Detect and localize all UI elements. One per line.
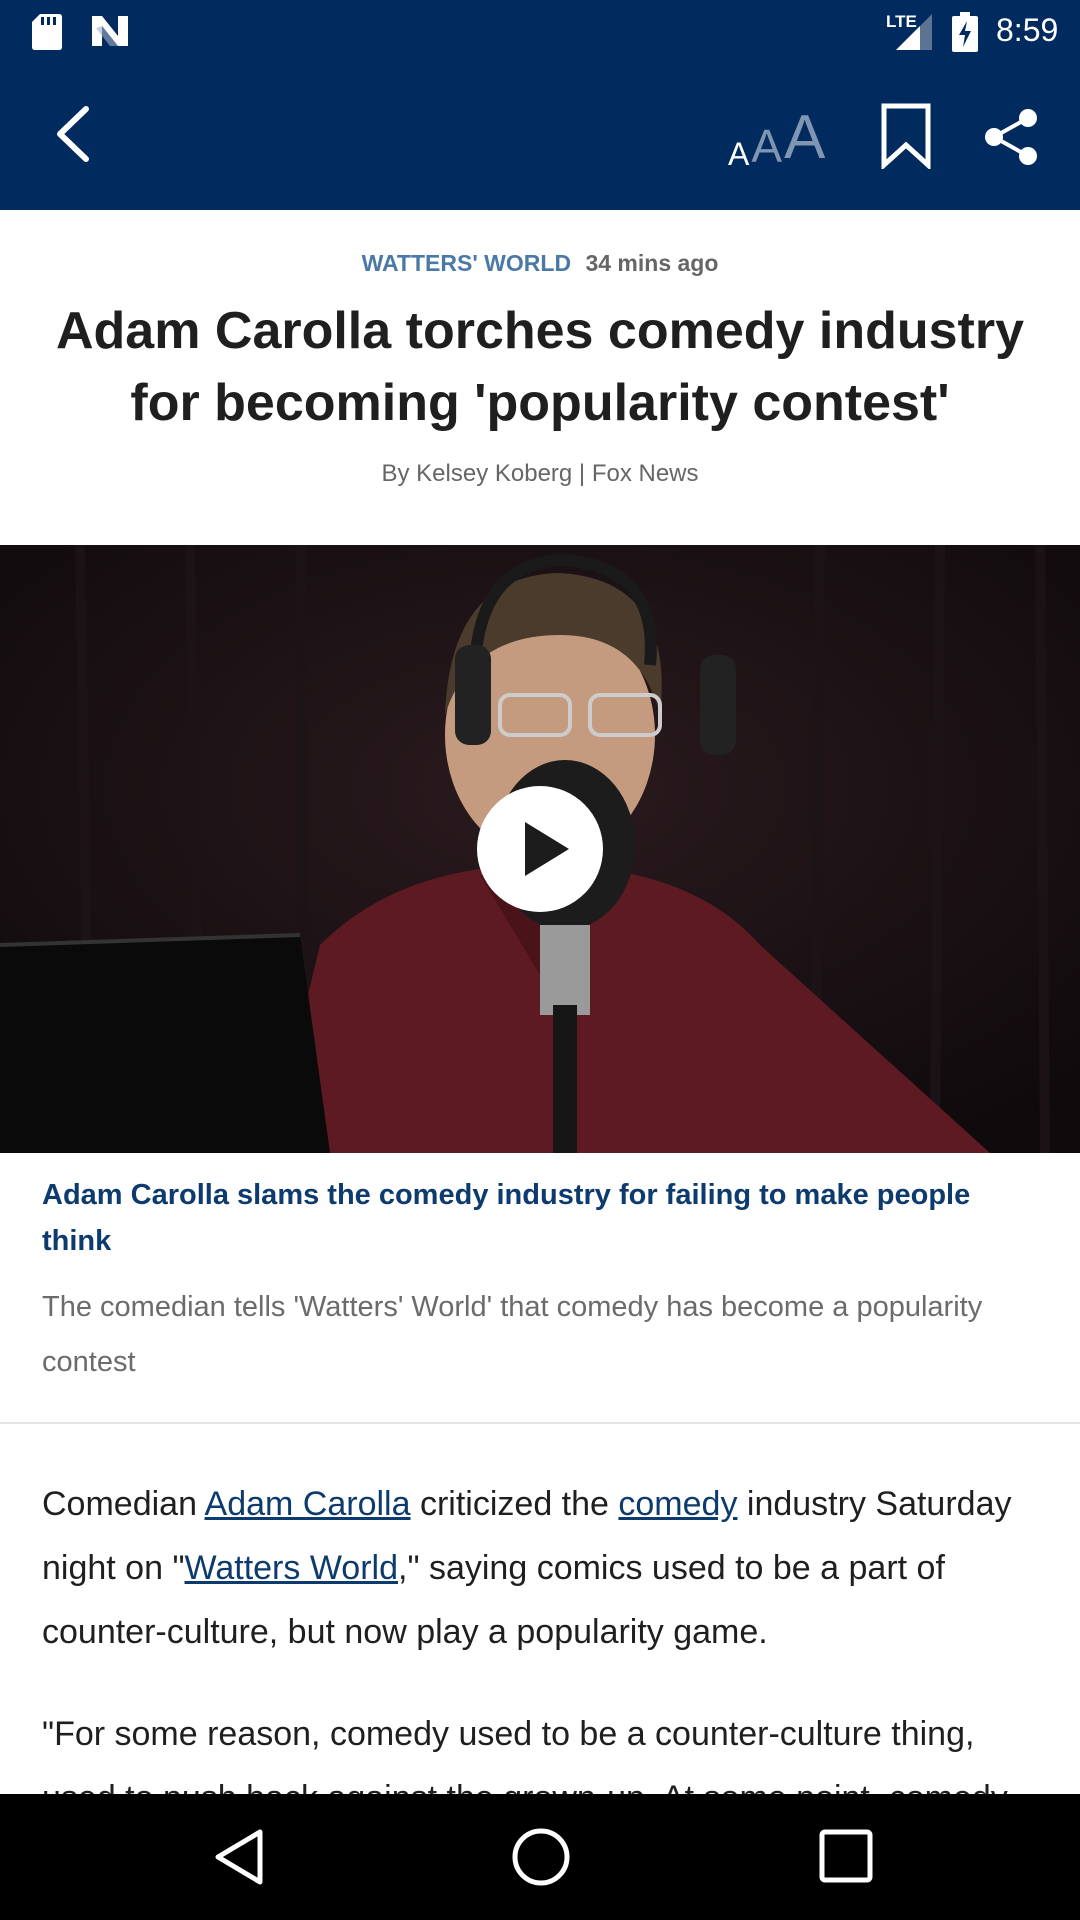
battery-charging-icon <box>952 12 978 52</box>
text-size-medium: A <box>751 120 783 172</box>
section-label[interactable]: WATTERS' WORLD <box>362 250 571 276</box>
article-body: Comedian Adam Carolla criticized the com… <box>0 1440 1080 1794</box>
nav-recents-icon[interactable] <box>818 1828 874 1884</box>
play-button[interactable] <box>477 786 603 912</box>
bookmark-icon[interactable] <box>880 103 932 169</box>
time-ago: 34 mins ago <box>585 250 719 276</box>
system-nav-bar <box>0 1794 1080 1920</box>
back-arrow-icon[interactable] <box>42 99 112 169</box>
status-bar: LTE 8:59 <box>0 0 1080 63</box>
byline: By Kelsey Koberg | Fox News <box>381 460 699 487</box>
n-notification-icon <box>92 16 128 46</box>
signal-icon <box>896 14 932 50</box>
link-comedy[interactable]: comedy <box>618 1485 737 1523</box>
article-headline: Adam Carolla torches comedy industry for… <box>55 302 1025 432</box>
app-toolbar: A A A <box>0 63 1080 210</box>
clock: 8:59 <box>996 12 1059 48</box>
video-caption-description: The comedian tells 'Watters' World' that… <box>42 1291 983 1378</box>
nav-home-icon[interactable] <box>510 1826 572 1888</box>
video-caption-title[interactable]: Adam Carolla slams the comedy industry f… <box>42 1172 1042 1264</box>
video-player[interactable] <box>0 545 1080 1153</box>
link-watters-world[interactable]: Watters World <box>185 1549 398 1587</box>
link-adam-carolla[interactable]: Adam Carolla <box>205 1485 411 1523</box>
text-size-large: A <box>784 103 826 172</box>
divider <box>0 1422 1080 1424</box>
article-meta: WATTERS' WORLD 34 mins ago <box>0 250 1080 277</box>
text-size-button[interactable]: A A A <box>728 103 825 173</box>
sd-card-icon <box>32 14 62 50</box>
text-segment: Comedian <box>42 1485 205 1523</box>
play-icon <box>525 822 569 876</box>
nav-back-icon[interactable] <box>210 1826 270 1888</box>
paragraph: "For some reason, comedy used to be a co… <box>42 1715 1008 1794</box>
text-segment: criticized the <box>410 1485 619 1523</box>
paragraph: Comedian Adam Carolla criticized the com… <box>42 1472 1052 1664</box>
text-size-small: A <box>728 136 750 172</box>
share-icon[interactable] <box>982 107 1040 167</box>
